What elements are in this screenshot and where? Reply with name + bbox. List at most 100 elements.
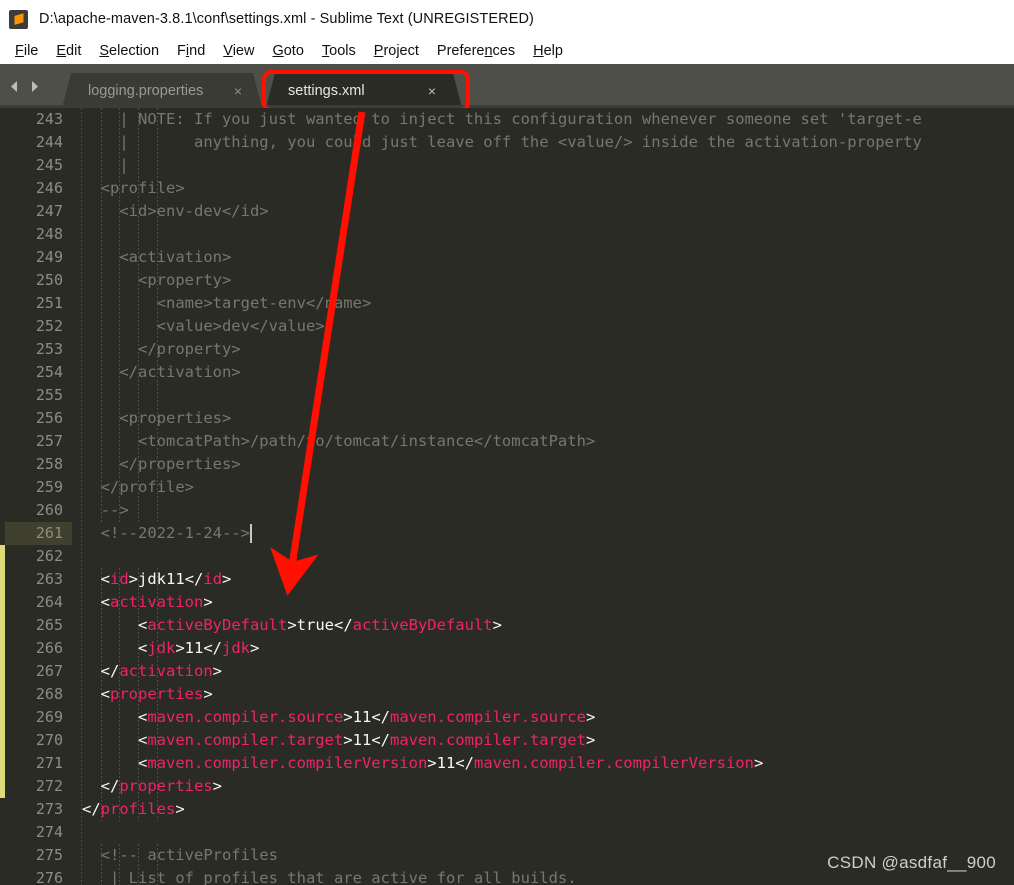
code-token-comment: | List of profiles that are active for a…: [82, 869, 577, 885]
code-line[interactable]: | anything, you could just leave off the…: [82, 131, 922, 154]
code-token-text: jdk11: [138, 570, 185, 588]
code-token-punct: >: [427, 754, 437, 772]
code-token-punct: >: [222, 570, 232, 588]
code-token-text: true: [296, 616, 334, 634]
code-token-text: 11: [436, 754, 456, 772]
menu-edit[interactable]: Edit: [47, 41, 90, 61]
code-line[interactable]: <!-- activeProfiles: [82, 844, 278, 867]
code-token-punct: >: [492, 616, 502, 634]
code-token-punct: </: [455, 754, 474, 772]
code-line[interactable]: </activation>: [82, 660, 222, 683]
code-line[interactable]: <property>: [82, 269, 231, 292]
code-token-punct: >: [175, 639, 185, 657]
sublime-text-window: D:\apache-maven-3.8.1\conf\settings.xml …: [0, 0, 1014, 885]
tab-logging-properties[interactable]: logging.properties ×: [62, 73, 262, 108]
code-line[interactable]: </property>: [82, 338, 241, 361]
code-line[interactable]: <profile>: [82, 177, 185, 200]
code-line[interactable]: </profiles>: [82, 798, 185, 821]
code-token-punct: </: [203, 639, 223, 657]
code-line[interactable]: <properties>: [82, 407, 231, 430]
code-line[interactable]: <value>dev</value>: [82, 315, 325, 338]
code-line[interactable]: </properties>: [82, 775, 222, 798]
code-token-punct: >: [203, 593, 213, 611]
code-line[interactable]: <id>env-dev</id>: [82, 200, 269, 223]
code-token-tag: maven.compiler.compilerVersion: [147, 754, 428, 772]
menu-find[interactable]: Find: [168, 41, 214, 61]
menu-tools[interactable]: Tools: [313, 41, 365, 61]
tab-label: logging.properties: [88, 82, 204, 99]
menu-selection[interactable]: Selection: [90, 41, 168, 61]
code-token-tag: maven.compiler.source: [389, 708, 586, 726]
code-line[interactable]: -->: [82, 499, 129, 522]
code-line[interactable]: | NOTE: If you just wanted to inject thi…: [82, 108, 922, 131]
close-icon[interactable]: ×: [428, 84, 436, 98]
code-token-comment: <id>env-dev</id>: [82, 202, 269, 220]
code-token-punct: <: [82, 639, 148, 657]
code-line[interactable]: <activation>: [82, 246, 231, 269]
text-caret: [249, 524, 252, 543]
tab-navigation[interactable]: [7, 74, 55, 98]
code-token-punct: >: [585, 708, 596, 726]
code-token-comment: <profile>: [82, 179, 185, 197]
code-line[interactable]: <maven.compiler.compilerVersion>11</mave…: [82, 752, 763, 775]
code-token-punct: >: [203, 685, 213, 703]
code-line[interactable]: </properties>: [82, 453, 240, 476]
code-line[interactable]: <activation>: [82, 591, 213, 614]
code-line[interactable]: <properties>: [82, 683, 213, 706]
code-token-comment: <!-- activeProfiles: [82, 846, 278, 864]
code-line[interactable]: <name>target-env</name>: [82, 292, 372, 315]
code-token-comment: <value>dev</value>: [82, 317, 325, 335]
code-line[interactable]: </activation>: [82, 361, 240, 384]
line-number: 274: [35, 823, 63, 841]
line-number: 270: [35, 731, 63, 749]
tab-bar: logging.properties × settings.xml ×: [0, 64, 1014, 108]
code-token-tag: maven.compiler.target: [389, 731, 586, 749]
menu-project[interactable]: Project: [365, 41, 428, 61]
code-token-comment: | anything, you could just leave off the…: [82, 133, 922, 151]
code-token-tag: properties: [119, 777, 213, 795]
line-number: 257: [35, 432, 63, 450]
code-line[interactable]: <maven.compiler.source>11</maven.compile…: [82, 706, 595, 729]
code-line[interactable]: <tomcatPath>/path/to/tomcat/instance</to…: [82, 430, 595, 453]
menu-file[interactable]: File: [6, 41, 47, 61]
code-line[interactable]: |: [82, 154, 128, 177]
code-token-comment: <!--2022-1-24-->: [82, 524, 250, 542]
code-editor[interactable]: 243 244 245 246 247 248 249 250 251 252 253 254 255 2…: [0, 108, 1014, 885]
code-token-punct: >: [287, 616, 297, 634]
line-number: 262: [35, 547, 63, 565]
chevron-left-icon[interactable]: [7, 79, 22, 94]
code-line[interactable]: <!--2022-1-24-->: [82, 522, 250, 545]
line-number: 267: [35, 662, 63, 680]
code-token-tag: activation: [110, 593, 204, 611]
menu-view[interactable]: View: [214, 41, 263, 61]
window-title: D:\apache-maven-3.8.1\conf\settings.xml …: [39, 11, 534, 27]
menu-goto[interactable]: Goto: [263, 41, 312, 61]
code-line[interactable]: <id>jdk11</id>: [82, 568, 232, 591]
code-token-punct: </: [82, 662, 120, 680]
line-number: 245: [35, 156, 63, 174]
tab-label: settings.xml: [288, 82, 365, 99]
code-content[interactable]: | NOTE: If you just wanted to inject thi…: [82, 108, 1014, 885]
chevron-right-icon[interactable]: [27, 79, 42, 94]
line-number: 251: [35, 294, 63, 312]
line-number: 243: [35, 110, 63, 128]
line-number: 249: [35, 248, 63, 266]
line-number: 255: [35, 386, 63, 404]
line-number: 273: [35, 800, 63, 818]
close-icon[interactable]: ×: [234, 84, 242, 98]
code-line[interactable]: <maven.compiler.target>11</maven.compile…: [82, 729, 595, 752]
code-token-punct: </: [371, 708, 390, 726]
code-line[interactable]: | List of profiles that are active for a…: [82, 867, 577, 885]
line-number: 263: [35, 570, 63, 588]
code-token-punct: >: [212, 662, 222, 680]
code-token-punct: </: [371, 731, 390, 749]
tab-settings-xml[interactable]: settings.xml ×: [266, 73, 462, 108]
code-line[interactable]: <activeByDefault>true</activeByDefault>: [82, 614, 502, 637]
menu-help[interactable]: Help: [524, 41, 572, 61]
menu-preferences[interactable]: Preferences: [428, 41, 524, 61]
code-line[interactable]: </profile>: [82, 476, 194, 499]
line-number: 275: [35, 846, 63, 864]
code-line[interactable]: <jdk>11</jdk>: [82, 637, 259, 660]
sublime-text-icon: [9, 9, 28, 29]
line-number: 260: [35, 501, 63, 519]
